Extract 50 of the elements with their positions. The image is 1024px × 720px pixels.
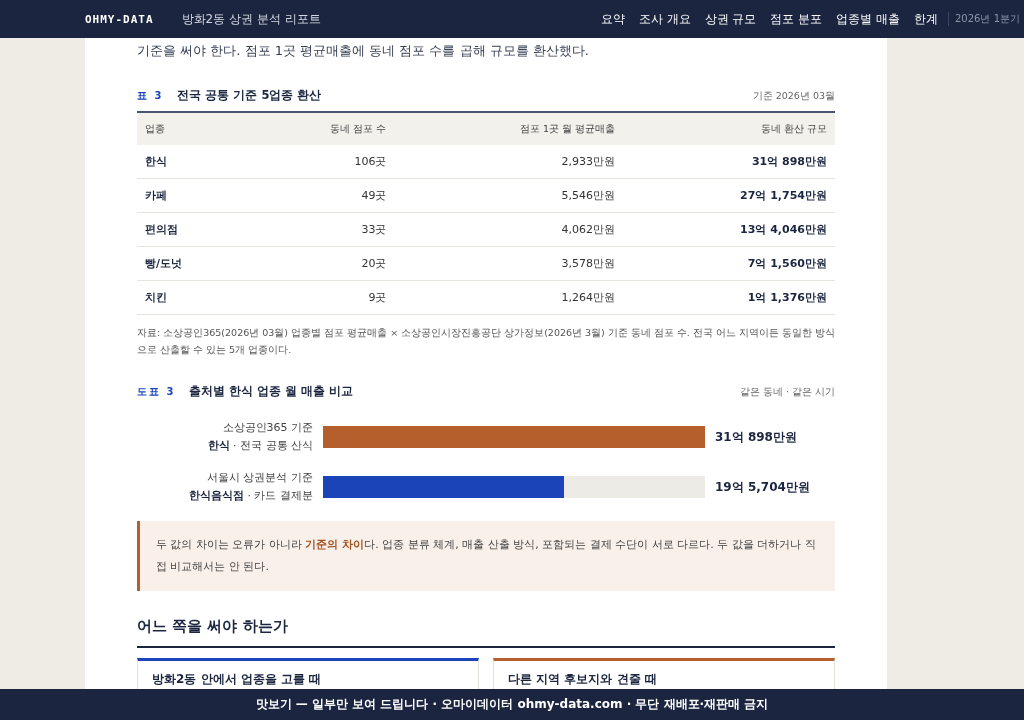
nav-link[interactable]: 조사 개요 bbox=[638, 8, 691, 30]
report-title: 방화2동 상권 분석 리포트 bbox=[181, 10, 321, 28]
nav-link[interactable]: 업종별 매출 bbox=[836, 8, 900, 30]
table-cell: 4,062만원 bbox=[394, 212, 624, 247]
table-cell: 2,933만원 bbox=[394, 145, 624, 179]
table-cell: 편의점 bbox=[137, 212, 247, 247]
table-cell: 빵/도넛 bbox=[137, 246, 247, 281]
table-cell: 3,578만원 bbox=[394, 246, 624, 281]
figure-title: 출처별 한식 업종 월 매출 비교 bbox=[189, 384, 354, 399]
nav-link[interactable]: 점포 분포 bbox=[770, 8, 823, 30]
bar-source: 서울시 상권분석 기준 bbox=[207, 470, 313, 486]
source-note: 자료: 소상공인365(2026년 03월) 업종별 점포 평균매출 × 소상공인시장진흥공단 상가정보(2026년 3월) 기준 동네 점포 수. 전국 어느 지역이든 동일한 방식으로 산출할 수 있는 5개 업종이다. bbox=[137, 326, 835, 357]
table-label: 표 3 bbox=[137, 89, 164, 103]
column-header: 업종 bbox=[137, 112, 247, 145]
table-title: 전국 공통 기준 5업종 환산 bbox=[177, 88, 322, 103]
bar-source: 소상공인365 기준 bbox=[222, 420, 313, 436]
nav-link[interactable]: 한계 bbox=[914, 8, 938, 30]
period-label: 2026년 1분기 bbox=[948, 12, 1020, 26]
column-header: 점포 1곳 월 평균매출 bbox=[394, 112, 624, 145]
figure-meta: 같은 동네 · 같은 시기 bbox=[739, 386, 835, 399]
table-cell: 27억 1,754만원 bbox=[623, 178, 835, 213]
table-cell: 7억 1,560만원 bbox=[623, 246, 835, 281]
column-header: 동네 환산 규모 bbox=[623, 112, 835, 145]
table-cell: 49곳 bbox=[246, 178, 395, 213]
column-header: 동네 점포 수 bbox=[246, 112, 395, 145]
table-cell: 한식 bbox=[137, 145, 247, 179]
nav-link[interactable]: 상권 규모 bbox=[704, 8, 757, 30]
table-cell: 33곳 bbox=[246, 212, 395, 247]
table-cell: 카페 bbox=[137, 178, 247, 213]
table-cell: 치킨 bbox=[137, 280, 247, 315]
table-cell: 13억 4,046만원 bbox=[623, 212, 835, 247]
table-cell: 106곳 bbox=[246, 145, 395, 179]
section-heading: 어느 쪽을 써야 하는가 bbox=[137, 617, 835, 648]
figure-label: 도표 3 bbox=[137, 385, 176, 399]
table-cell: 9곳 bbox=[246, 280, 395, 315]
table-cell: 1,264만원 bbox=[394, 280, 624, 315]
table-cell: 5,546만원 bbox=[394, 178, 624, 213]
preview-notice-text: 맛보기 — 일부만 보여 드립니다 · 오마이데이터 ohmy-data.com · 무단 재배포·재판매 금지 bbox=[255, 696, 769, 713]
callout-text: 두 값의 차이는 오류가 아니라 기준의 차이다. 업종 분류 체계, 매출 산출 방식, 포함되는 결제 수단이 서로 다르다. 두 값을 더하거나 직접 비교해서는 안 된다. bbox=[137, 521, 835, 591]
bar-value: 31억 898만원 bbox=[715, 428, 798, 446]
table-cell: 31억 898만원 bbox=[623, 145, 835, 179]
bar-label: 한식음식점 · 카드 결제분 bbox=[189, 488, 313, 504]
table-meta: 기준 2026년 03월 bbox=[752, 90, 835, 103]
table-cell: 20곳 bbox=[246, 246, 395, 281]
nav-link[interactable]: 요약 bbox=[600, 8, 625, 30]
bar-value: 19억 5,704만원 bbox=[715, 478, 811, 496]
intro-text: 기준을 써야 한다. 점포 1곳 평균매출에 동네 점포 수를 곱해 규모를 환산했다. bbox=[137, 42, 590, 60]
bar-label: 한식 · 전국 공통 산식 bbox=[207, 438, 313, 454]
brand-logo: OHMY-DATA bbox=[85, 12, 154, 26]
table-cell: 1억 1,376만원 bbox=[623, 280, 835, 315]
